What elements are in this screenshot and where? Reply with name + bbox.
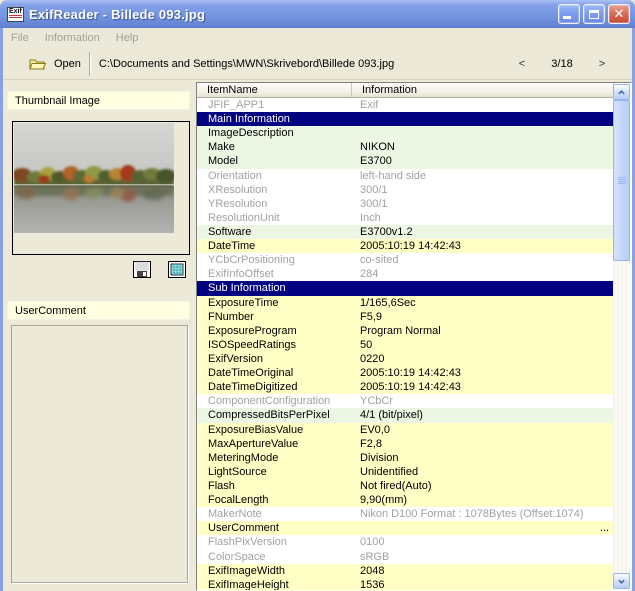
scroll-up-button[interactable] (613, 84, 630, 100)
table-row[interactable]: ExifImageHeight1536 (197, 578, 614, 591)
thumbnail-grid-button[interactable] (167, 260, 187, 279)
column-header-itemname[interactable]: ItemName (197, 83, 352, 98)
minimize-icon (563, 16, 571, 19)
open-button-label: Open (54, 58, 81, 70)
open-folder-icon (29, 57, 46, 71)
table-row[interactable]: DateTimeDigitized2005:10:19 14:42:43 (197, 380, 614, 394)
exif-table: ItemName Information JFIF_APP1ExifMain I… (196, 82, 632, 591)
table-row[interactable]: Orientationleft-hand side (197, 169, 614, 183)
table-row[interactable]: ExifInfoOffset284 (197, 267, 614, 281)
scrollbar-thumb[interactable] (613, 100, 630, 261)
toolbar: Open C:\Documents and Settings\MWN\Skriv… (3, 48, 632, 80)
table-row[interactable]: FocalLength9,90(mm) (197, 493, 614, 507)
table-row[interactable]: FNumberF5,9 (197, 310, 614, 324)
left-panel: Thumbnail Image (3, 80, 196, 591)
titlebar: Exif ExifReader - Billede 093.jpg ✕ (0, 0, 635, 28)
usercomment-box[interactable] (11, 325, 188, 583)
table-row[interactable]: UserComment... (197, 521, 614, 535)
table-row[interactable]: ExifImageWidth2048 (197, 564, 614, 578)
file-path: C:\Documents and Settings\MWN\Skrivebord… (99, 58, 394, 70)
table-row[interactable]: ISOSpeedRatings50 (197, 338, 614, 352)
table-row[interactable]: YCbCrPositioningco-sited (197, 253, 614, 267)
table-row[interactable]: FlashPixVersion0100 (197, 535, 614, 549)
table-row[interactable]: CompressedBitsPerPixel4/1 (bit/pixel) (197, 408, 614, 422)
scroll-down-button[interactable] (613, 573, 630, 589)
table-row[interactable]: FlashNot fired(Auto) (197, 479, 614, 493)
scrollbar-grip (618, 177, 626, 185)
table-row[interactable]: SoftwareE3700v1.2 (197, 225, 614, 239)
menu-file[interactable]: File (3, 30, 37, 46)
next-image-button[interactable]: > (590, 58, 614, 70)
minimize-button[interactable] (558, 4, 580, 24)
table-row[interactable]: ModelE3700 (197, 154, 614, 168)
window-title: ExifReader - Billede 093.jpg (29, 7, 205, 22)
thumbnail-grid-icon (168, 261, 186, 278)
save-floppy-icon (133, 261, 151, 278)
toolbar-separator (89, 52, 91, 76)
save-thumbnail-button[interactable] (132, 260, 152, 279)
vertical-scrollbar[interactable] (613, 84, 630, 589)
image-navigator: < 3/18 > (510, 58, 614, 70)
table-row[interactable]: ColorSpacesRGB (197, 550, 614, 564)
table-row[interactable]: ResolutionUnitInch (197, 211, 614, 225)
close-button[interactable]: ✕ (608, 4, 630, 24)
close-icon: ✕ (609, 6, 629, 23)
exif-rows: JFIF_APP1ExifMain InformationImageDescri… (197, 98, 614, 591)
window-border-left (0, 28, 3, 591)
table-row[interactable]: ComponentConfigurationYCbCr (197, 394, 614, 408)
thumbnail-frame (12, 121, 190, 255)
table-row[interactable]: DateTimeOriginal2005:10:19 14:42:43 (197, 366, 614, 380)
thumbnail-section-label: Thumbnail Image (7, 91, 190, 110)
table-row[interactable]: MakerNoteNikon D100 Format : 1078Bytes (… (197, 507, 614, 521)
table-row[interactable]: JFIF_APP1Exif (197, 98, 614, 112)
menu-information[interactable]: Information (37, 30, 108, 46)
menu-help[interactable]: Help (108, 30, 147, 46)
maximize-button[interactable] (583, 4, 605, 24)
table-row[interactable]: MakeNIKON (197, 140, 614, 154)
maximize-icon (589, 10, 599, 19)
chevron-down-icon (618, 578, 625, 585)
table-row[interactable]: ImageDescription (197, 126, 614, 140)
app-icon: Exif (7, 7, 24, 22)
column-header-information[interactable]: Information (352, 83, 614, 98)
table-row[interactable]: ExposureBiasValueEV0,0 (197, 423, 614, 437)
table-row[interactable]: ExposureProgramProgram Normal (197, 324, 614, 338)
table-section-row[interactable]: Sub Information (197, 281, 614, 295)
chevron-up-icon (618, 89, 625, 96)
exif-table-header: ItemName Information (197, 83, 614, 98)
table-row[interactable]: XResolution300/1 (197, 183, 614, 197)
open-button[interactable]: Open (23, 54, 87, 74)
table-section-row[interactable]: Main Information (197, 112, 614, 126)
table-row[interactable]: LightSourceUnidentified (197, 465, 614, 479)
prev-image-button[interactable]: < (510, 58, 534, 70)
menubar: File Information Help (3, 28, 632, 48)
table-row[interactable]: MaxApertureValueF2,8 (197, 437, 614, 451)
table-row[interactable]: ExifVersion0220 (197, 352, 614, 366)
usercomment-section-label: UserComment (7, 301, 190, 320)
table-row[interactable]: ExposureTime1/165,6Sec (197, 296, 614, 310)
table-row[interactable]: MeteringModeDivision (197, 451, 614, 465)
thumbnail-image (14, 123, 174, 233)
image-position: 3/18 (534, 58, 590, 70)
table-row[interactable]: DateTime2005:10:19 14:42:43 (197, 239, 614, 253)
table-row[interactable]: YResolution300/1 (197, 197, 614, 211)
